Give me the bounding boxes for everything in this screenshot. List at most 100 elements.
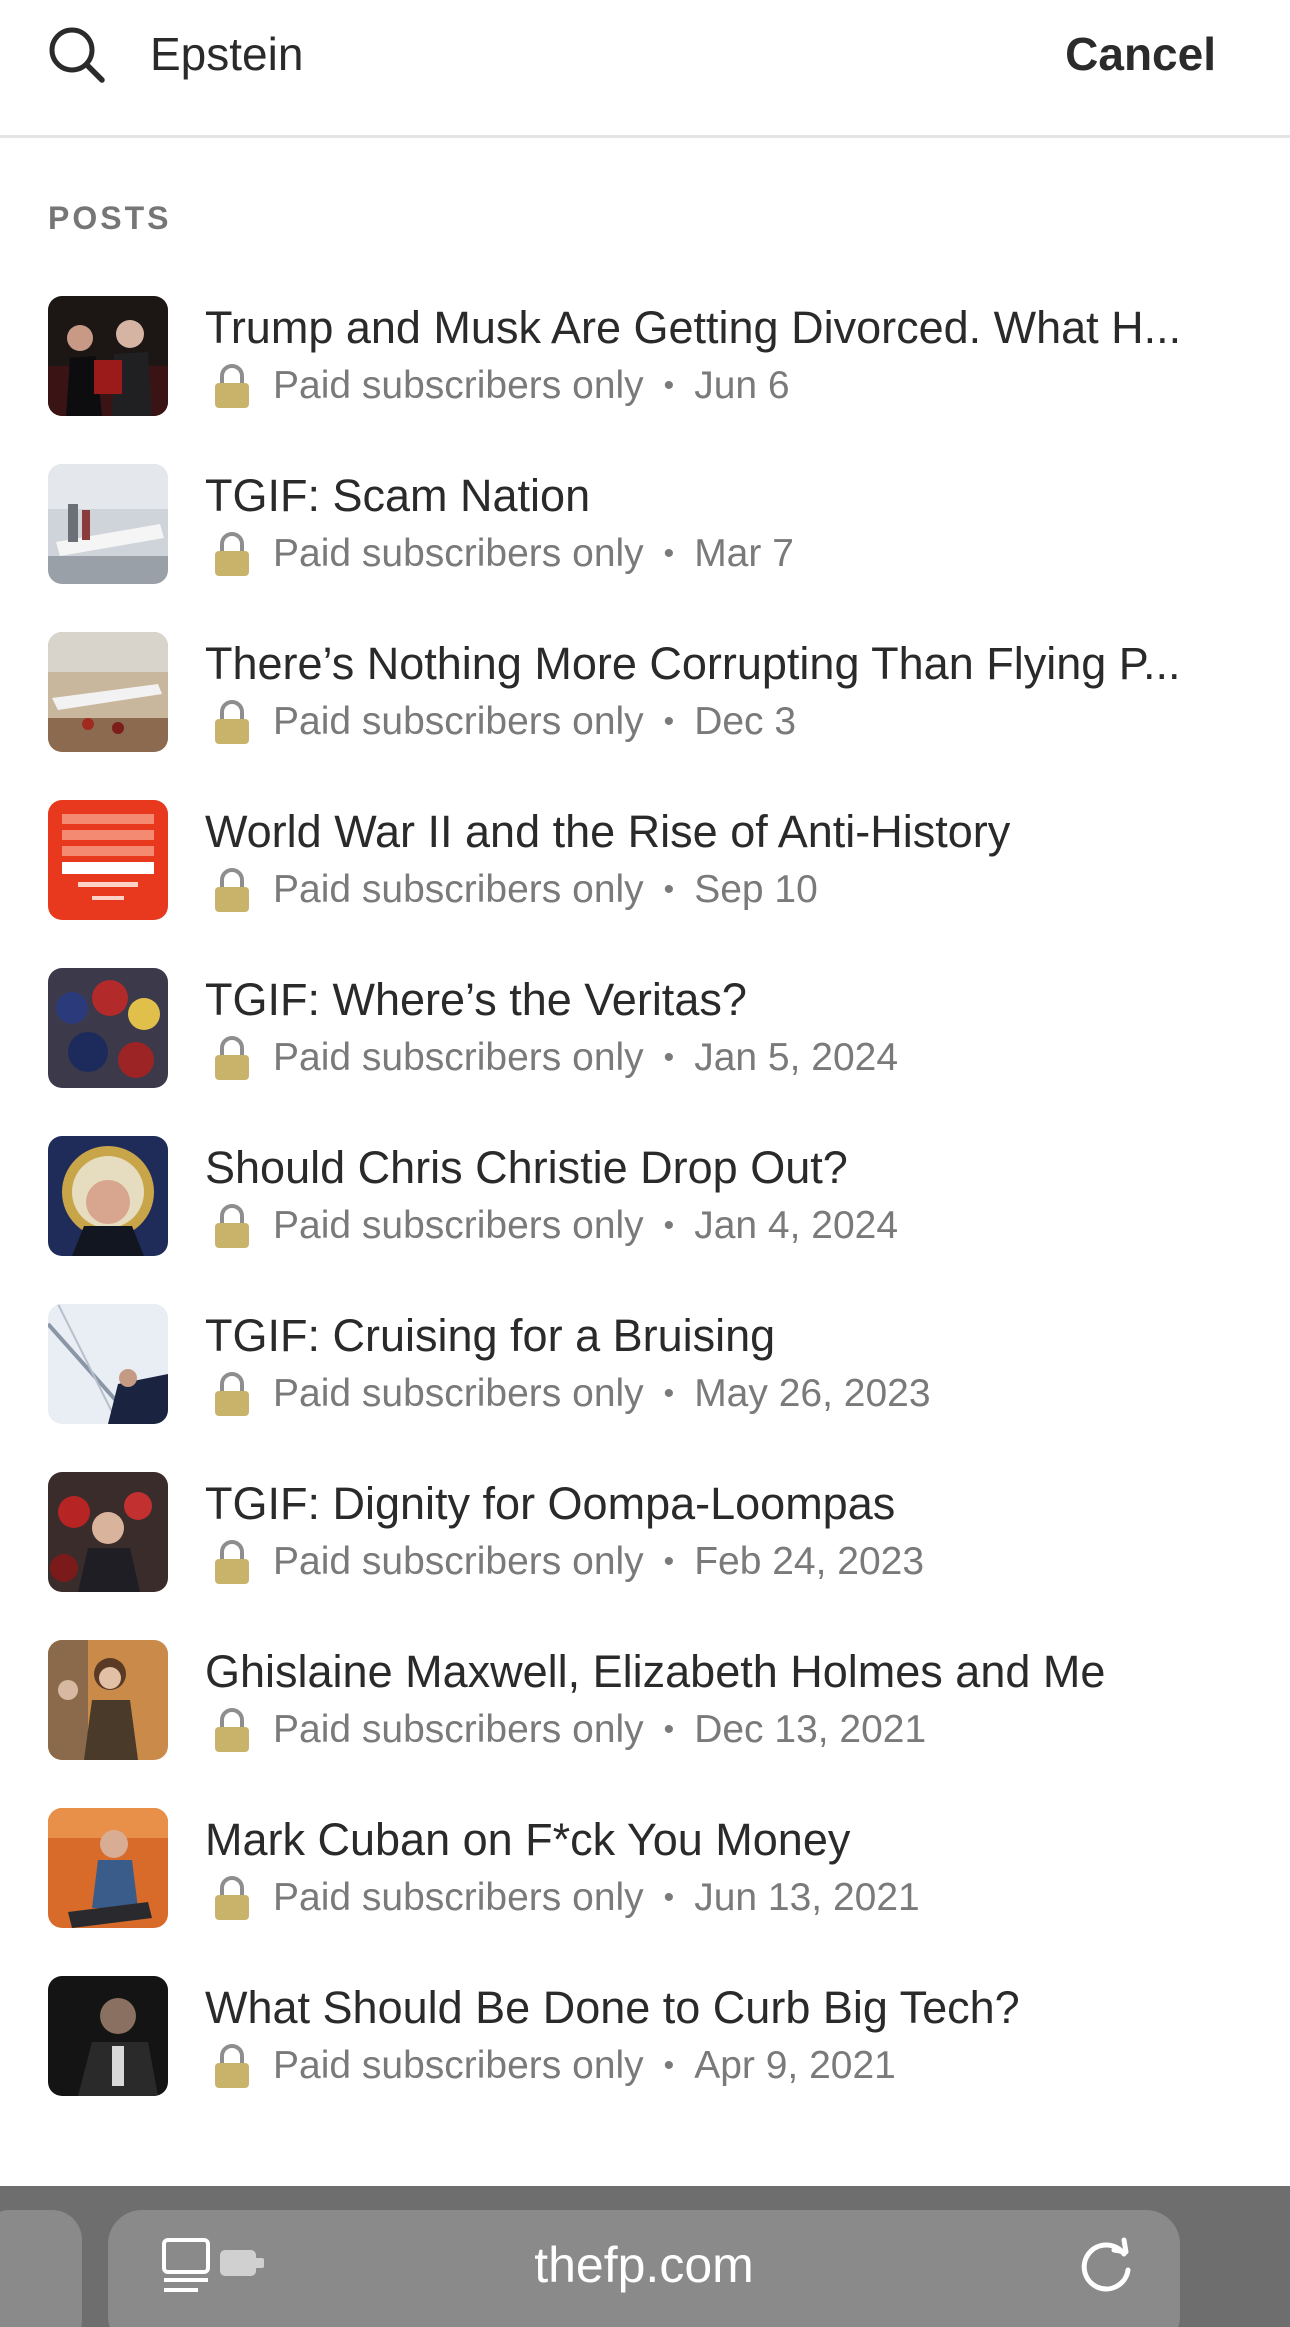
post-date: Jan 5, 2024 <box>694 1036 899 1079</box>
post-title: TGIF: Where’s the Veritas? <box>205 974 747 1025</box>
post-date: Mar 7 <box>694 532 794 575</box>
post-meta: Paid subscribers only • Dec 3 <box>205 694 796 750</box>
access-label: Paid subscribers only <box>273 2044 644 2087</box>
post-date: Dec 3 <box>694 700 797 743</box>
lock-icon <box>215 1540 249 1584</box>
lock-icon <box>215 1372 249 1416</box>
post-date: Apr 9, 2021 <box>694 2044 896 2087</box>
post-date: Jun 13, 2021 <box>694 1876 920 1919</box>
separator-dot: • <box>663 2049 675 2082</box>
separator-dot: • <box>663 1881 675 1914</box>
post-thumbnail <box>48 1976 168 2096</box>
post-title: Mark Cuban on F*ck You Money <box>205 1814 851 1865</box>
list-item[interactable]: TGIF: Where’s the Veritas? Paid subscrib… <box>0 966 1290 1134</box>
lock-icon <box>215 2044 249 2088</box>
results-list: Trump and Musk Are Getting Divorced. Wha… <box>0 294 1290 2142</box>
post-title: TGIF: Scam Nation <box>205 470 591 521</box>
list-item[interactable]: TGIF: Cruising for a Bruising Paid subsc… <box>0 1302 1290 1470</box>
access-label: Paid subscribers only <box>273 1876 644 1919</box>
post-meta: Paid subscribers only • Jun 6 <box>205 358 790 414</box>
search-page: Cancel POSTS Trump and Musk Are Getting … <box>0 0 1290 2327</box>
post-title: TGIF: Cruising for a Bruising <box>205 1310 776 1361</box>
reload-icon[interactable] <box>1072 2230 1142 2300</box>
list-item[interactable]: What Should Be Done to Curb Big Tech? Pa… <box>0 1974 1290 2142</box>
post-date: Feb 24, 2023 <box>694 1540 925 1583</box>
access-label: Paid subscribers only <box>273 1036 644 1079</box>
post-title: What Should Be Done to Curb Big Tech? <box>205 1982 1020 2033</box>
post-meta: Paid subscribers only • Apr 9, 2021 <box>205 2038 896 2094</box>
list-item[interactable]: TGIF: Dignity for Oompa-Loompas Paid sub… <box>0 1470 1290 1638</box>
post-thumbnail <box>48 296 168 416</box>
access-label: Paid subscribers only <box>273 1204 644 1247</box>
section-label-posts: POSTS <box>48 200 172 236</box>
post-thumbnail <box>48 632 168 752</box>
search-bar: Cancel <box>0 0 1290 138</box>
separator-dot: • <box>663 1377 675 1410</box>
post-thumbnail <box>48 800 168 920</box>
cancel-button[interactable]: Cancel <box>1065 22 1216 86</box>
separator-dot: • <box>663 1545 675 1578</box>
url-text: thefp.com <box>534 2237 754 2293</box>
post-title: World War II and the Rise of Anti-Histor… <box>205 806 1011 857</box>
access-label: Paid subscribers only <box>273 1708 644 1751</box>
post-meta: Paid subscribers only • Jan 5, 2024 <box>205 1030 898 1086</box>
access-label: Paid subscribers only <box>273 364 644 407</box>
lock-icon <box>215 1876 249 1920</box>
post-meta: Paid subscribers only • May 26, 2023 <box>205 1366 931 1422</box>
list-item[interactable]: Mark Cuban on F*ck You Money Paid subscr… <box>0 1806 1290 1974</box>
previous-tab-preview[interactable] <box>0 2210 82 2327</box>
list-item[interactable]: TGIF: Scam Nation Paid subscribers only … <box>0 462 1290 630</box>
post-meta: Paid subscribers only • Mar 7 <box>205 526 794 582</box>
lock-icon <box>215 1204 249 1248</box>
post-thumbnail <box>48 464 168 584</box>
lock-icon <box>215 1708 249 1752</box>
post-title: There’s Nothing More Corrupting Than Fly… <box>205 638 1181 689</box>
list-item[interactable]: Trump and Musk Are Getting Divorced. Wha… <box>0 294 1290 462</box>
address-bar[interactable]: thefp.com <box>108 2210 1180 2327</box>
lock-icon <box>215 1036 249 1080</box>
post-thumbnail <box>48 1136 168 1256</box>
post-meta: Paid subscribers only • Jan 4, 2024 <box>205 1198 898 1254</box>
post-meta: Paid subscribers only • Jun 13, 2021 <box>205 1870 920 1926</box>
separator-dot: • <box>663 705 675 738</box>
lock-icon <box>215 532 249 576</box>
list-item[interactable]: World War II and the Rise of Anti-Histor… <box>0 798 1290 966</box>
list-item[interactable]: Should Chris Christie Drop Out? Paid sub… <box>0 1134 1290 1302</box>
browser-toolbar: thefp.com <box>0 2186 1290 2327</box>
post-title: Trump and Musk Are Getting Divorced. Wha… <box>205 302 1182 353</box>
post-thumbnail <box>48 1304 168 1424</box>
access-label: Paid subscribers only <box>273 868 644 911</box>
post-meta: Paid subscribers only • Dec 13, 2021 <box>205 1702 926 1758</box>
post-title: Ghislaine Maxwell, Elizabeth Holmes and … <box>205 1646 1106 1697</box>
separator-dot: • <box>663 369 675 402</box>
separator-dot: • <box>663 537 675 570</box>
post-title: TGIF: Dignity for Oompa-Loompas <box>205 1478 896 1529</box>
separator-dot: • <box>663 1041 675 1074</box>
post-date: May 26, 2023 <box>694 1372 931 1415</box>
post-thumbnail <box>48 1472 168 1592</box>
list-item[interactable]: Ghislaine Maxwell, Elizabeth Holmes and … <box>0 1638 1290 1806</box>
post-thumbnail <box>48 968 168 1088</box>
post-date: Jun 6 <box>694 364 790 407</box>
post-date: Sep 10 <box>694 868 818 911</box>
post-meta: Paid subscribers only • Feb 24, 2023 <box>205 1534 924 1590</box>
post-title: Should Chris Christie Drop Out? <box>205 1142 848 1193</box>
post-date: Jan 4, 2024 <box>694 1204 899 1247</box>
post-thumbnail <box>48 1808 168 1928</box>
access-label: Paid subscribers only <box>273 1540 644 1583</box>
lock-icon <box>215 868 249 912</box>
lock-icon <box>215 364 249 408</box>
access-label: Paid subscribers only <box>273 532 644 575</box>
separator-dot: • <box>663 1713 675 1746</box>
separator-dot: • <box>663 873 675 906</box>
separator-dot: • <box>663 1209 675 1242</box>
search-input[interactable] <box>150 22 950 86</box>
access-label: Paid subscribers only <box>273 700 644 743</box>
access-label: Paid subscribers only <box>273 1372 644 1415</box>
lock-icon <box>215 700 249 744</box>
search-icon <box>49 27 105 83</box>
list-item[interactable]: There’s Nothing More Corrupting Than Fly… <box>0 630 1290 798</box>
post-meta: Paid subscribers only • Sep 10 <box>205 862 818 918</box>
post-date: Dec 13, 2021 <box>694 1708 927 1751</box>
post-thumbnail <box>48 1640 168 1760</box>
